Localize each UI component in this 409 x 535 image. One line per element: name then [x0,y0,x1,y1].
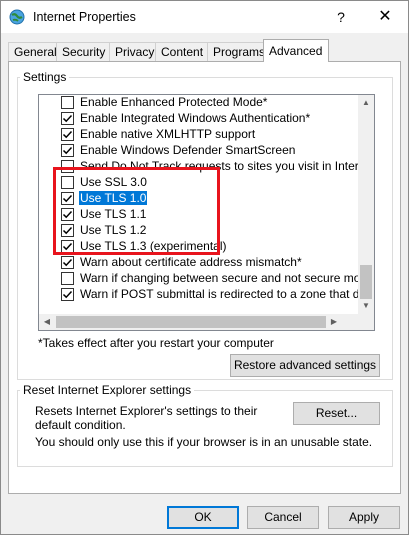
vertical-scroll-thumb[interactable] [360,265,372,299]
checkmark-icon [62,258,73,267]
tab-general[interactable]: General [8,42,57,61]
checkmark-icon [62,146,73,155]
setting-checkbox[interactable] [61,256,74,269]
vertical-scrollbar[interactable]: ▲ ▼ [358,95,374,314]
tab-content[interactable]: Content [155,42,208,61]
setting-label: Warn about certificate address mismatch* [80,255,302,269]
tab-privacy[interactable]: Privacy [109,42,156,61]
restart-note: *Takes effect after you restart your com… [38,336,274,350]
setting-label: Enable Integrated Windows Authentication… [80,111,311,125]
internet-globe-icon [9,9,25,25]
checkmark-icon [62,114,73,123]
setting-checkbox[interactable] [61,96,74,109]
checkmark-icon [62,130,73,139]
setting-label: Enable Windows Defender SmartScreen [80,143,296,157]
title-bar: Internet Properties ? ✕ [1,1,408,33]
scroll-left-arrow-icon[interactable]: ◀ [39,314,55,330]
tab-advanced[interactable]: Advanced [263,39,329,62]
horizontal-scroll-thumb[interactable] [56,316,326,328]
reset-button[interactable]: Reset... [293,402,380,425]
internet-properties-dialog: Internet Properties ? ✕ General Security… [0,0,409,535]
apply-button[interactable]: Apply [328,506,400,529]
tls-highlight-annotation [53,167,220,255]
reset-group-label: Reset Internet Explorer settings [20,383,195,397]
setting-label: Warn if changing between secure and not … [80,271,359,285]
scroll-up-arrow-icon[interactable]: ▲ [358,95,374,111]
tab-security[interactable]: Security [56,42,110,61]
restore-advanced-settings-button[interactable]: Restore advanced settings [230,354,380,377]
scrollbar-corner [358,314,374,330]
setting-checkbox[interactable] [61,288,74,301]
scroll-down-arrow-icon[interactable]: ▼ [358,298,374,314]
close-button[interactable]: ✕ [367,5,403,29]
help-button[interactable]: ? [327,5,355,29]
window-title: Internet Properties [33,10,136,24]
tab-strip: General Security Privacy Content Program… [8,39,403,62]
setting-label: Enable Enhanced Protected Mode* [80,95,268,109]
reset-warning: You should only use this if your browser… [35,435,373,449]
tab-programs[interactable]: Programs [207,42,265,61]
setting-checkbox[interactable] [61,272,74,285]
setting-checkbox[interactable] [61,144,74,157]
cancel-button[interactable]: Cancel [247,506,319,529]
setting-label: Enable native XMLHTTP support [80,127,256,141]
reset-description: Resets Internet Explorer's settings to t… [35,404,258,432]
setting-checkbox[interactable] [61,112,74,125]
checkmark-icon [62,290,73,299]
settings-group-label: Settings [20,70,70,84]
ok-button[interactable]: OK [167,506,239,529]
horizontal-scrollbar[interactable]: ◀ ▶ [39,314,359,330]
scroll-right-arrow-icon[interactable]: ▶ [326,314,342,330]
setting-checkbox[interactable] [61,128,74,141]
setting-label: Warn if POST submittal is redirected to … [80,287,359,301]
